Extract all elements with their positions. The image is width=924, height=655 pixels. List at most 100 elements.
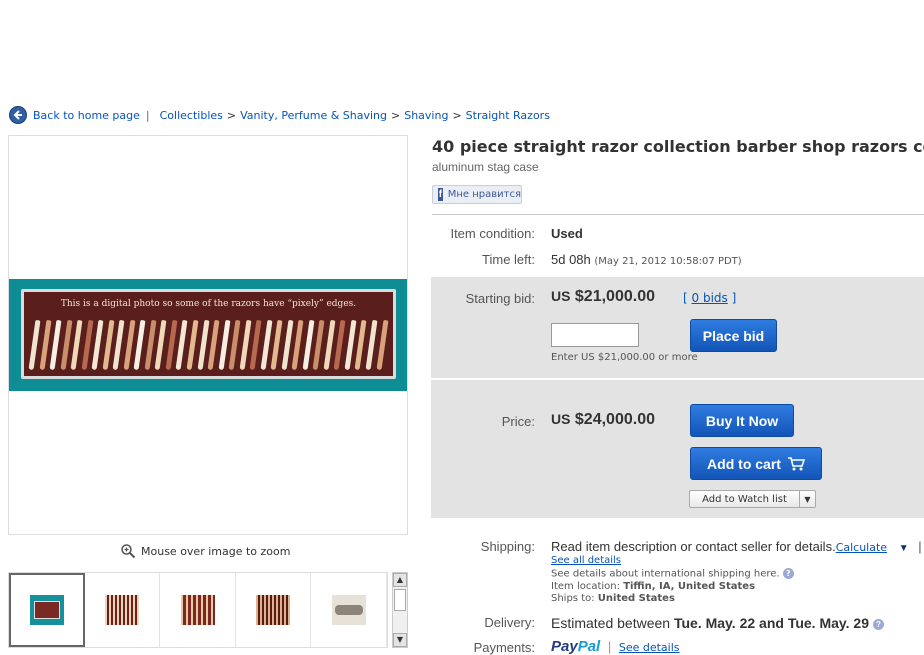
thumbnail[interactable]: [9, 573, 85, 647]
time-left: 5d 08h: [551, 252, 591, 267]
pipe: |: [918, 539, 922, 554]
bracket-open: [: [683, 291, 688, 305]
razor-handle: [186, 319, 199, 371]
back-home-link[interactable]: Back to home page: [33, 109, 140, 122]
facebook-like-label: Мне нравится: [447, 189, 521, 200]
delivery-range: Tue. May. 22 and Tue. May. 29: [673, 615, 869, 631]
pipe: |: [607, 639, 612, 654]
razor-handle: [175, 319, 188, 371]
breadcrumb-item-straight-razors[interactable]: Straight Razors: [466, 109, 550, 122]
ships-to-label: Ships to:: [551, 593, 595, 604]
scroll-up-button[interactable]: ▲: [393, 573, 407, 587]
razor-handle: [70, 319, 83, 371]
shipping-label: Shipping:: [480, 539, 535, 554]
back-arrow-icon[interactable]: [9, 106, 27, 124]
razor-handle: [197, 319, 209, 371]
time-left-value: 5d 08h (May 21, 2012 10:58:07 PDT): [551, 252, 742, 267]
help-icon[interactable]: ?: [872, 618, 884, 630]
breadcrumb-separator: >: [452, 108, 462, 122]
breadcrumb-item-shaving[interactable]: Shaving: [404, 109, 448, 122]
payment-see-details-link[interactable]: See details: [619, 641, 680, 654]
razor-handle: [91, 319, 104, 371]
bracket-close: ]: [731, 291, 737, 305]
razor-handle: [39, 319, 51, 371]
razor-handle: [133, 319, 146, 371]
bid-amount-input[interactable]: [551, 323, 639, 347]
time-left-label: Time left:: [482, 252, 535, 267]
currency: US: [551, 411, 571, 427]
scroll-down-button[interactable]: ▼: [393, 633, 407, 647]
buy-panel: [431, 380, 924, 518]
place-bid-button[interactable]: Place bid: [690, 319, 777, 352]
facebook-like-button[interactable]: f Мне нравится: [432, 185, 522, 204]
condition-value: Used: [551, 226, 583, 241]
chevron-down-icon[interactable]: ▼: [799, 491, 815, 507]
thumbnail-scrollbar[interactable]: ▲ ▼: [392, 572, 408, 648]
price-label: Price:: [501, 414, 535, 429]
add-to-watch-list-button[interactable]: Add to Watch list ▼: [689, 490, 816, 508]
delivery-label: Delivery:: [484, 615, 535, 630]
starting-bid-label: Starting bid:: [465, 291, 535, 306]
item-location-value: Tiffin, IA, United States: [623, 581, 756, 592]
facebook-icon: f: [438, 188, 443, 201]
paypal-logo: PayPal: [551, 638, 600, 655]
razor-handle: [60, 319, 73, 371]
buy-it-now-button[interactable]: Buy It Now: [690, 404, 794, 437]
thumbnail-strip: [8, 572, 388, 648]
bid-hint: Enter US $21,000.00 or more: [551, 352, 698, 363]
calculate-link[interactable]: Calculate: [836, 541, 887, 554]
delivery-prefix: Estimated between: [551, 615, 671, 631]
ships-to-value: United States: [597, 593, 675, 604]
shipping-text-row: Read item description or contact seller …: [551, 539, 922, 554]
razor-case: This is a digital photo so some of the r…: [21, 289, 396, 379]
razor-handle: [239, 319, 252, 371]
breadcrumb: Back to home page | Collectibles > Vanit…: [9, 106, 550, 124]
chevron-down-icon[interactable]: ▼: [899, 543, 909, 554]
payments-row: PayPal | See details: [551, 638, 680, 655]
razor-handle: [291, 319, 304, 371]
currency: US: [551, 288, 571, 304]
see-all-details-row: See all details: [551, 555, 621, 566]
add-to-cart-button[interactable]: Add to cart: [690, 447, 822, 480]
bid-amount: $21,000.00: [574, 288, 655, 305]
condition-label: Item condition:: [450, 226, 535, 241]
magnifier-icon: [121, 544, 136, 559]
divider: [432, 214, 924, 215]
thumbnail[interactable]: [160, 573, 236, 647]
main-image-viewer[interactable]: This is a digital photo so some of the r…: [8, 135, 408, 535]
scroll-thumb[interactable]: [394, 589, 406, 611]
thumbnail[interactable]: [311, 573, 387, 647]
paypal-pal: Pal: [577, 638, 601, 655]
zoom-hint-text: Mouse over image to zoom: [141, 544, 291, 558]
add-to-cart-label: Add to cart: [707, 455, 781, 472]
cart-icon: [787, 456, 805, 470]
bid-count: [ 0 bids ]: [683, 291, 736, 305]
razor-handle: [81, 319, 94, 371]
buy-amount: $24,000.00: [574, 411, 655, 428]
razor-handle: [154, 319, 167, 371]
breadcrumb-item-vanity[interactable]: Vanity, Perfume & Shaving: [240, 109, 387, 122]
razor-handle: [365, 319, 378, 371]
bids-link[interactable]: 0 bids: [692, 291, 728, 305]
breadcrumb-item-collectibles[interactable]: Collectibles: [160, 109, 223, 122]
razor-handle: [49, 319, 62, 371]
razor-handle: [28, 319, 41, 371]
buy-price: US $24,000.00: [551, 411, 655, 429]
help-icon[interactable]: ?: [782, 568, 794, 579]
ships-to-row: Ships to: United States: [551, 593, 675, 604]
razor-handle: [260, 319, 273, 371]
thumbnail[interactable]: [84, 573, 161, 647]
razor-handle: [355, 319, 367, 371]
razor-handle: [218, 319, 231, 371]
intl-shipping-row: See details about international shipping…: [551, 568, 794, 580]
razor-handle: [249, 319, 262, 371]
starting-bid-price: US $21,000.00: [551, 288, 655, 306]
razor-handle: [376, 319, 388, 371]
see-all-details-link[interactable]: See all details: [551, 555, 621, 566]
breadcrumb-pipe: |: [145, 108, 150, 122]
item-location-label: Item location:: [551, 581, 620, 592]
item-photo[interactable]: This is a digital photo so some of the r…: [9, 279, 407, 391]
photo-caption: This is a digital photo so some of the r…: [60, 299, 357, 309]
intl-shipping-text: See details about international shipping…: [551, 568, 780, 580]
thumbnail[interactable]: [235, 573, 312, 647]
